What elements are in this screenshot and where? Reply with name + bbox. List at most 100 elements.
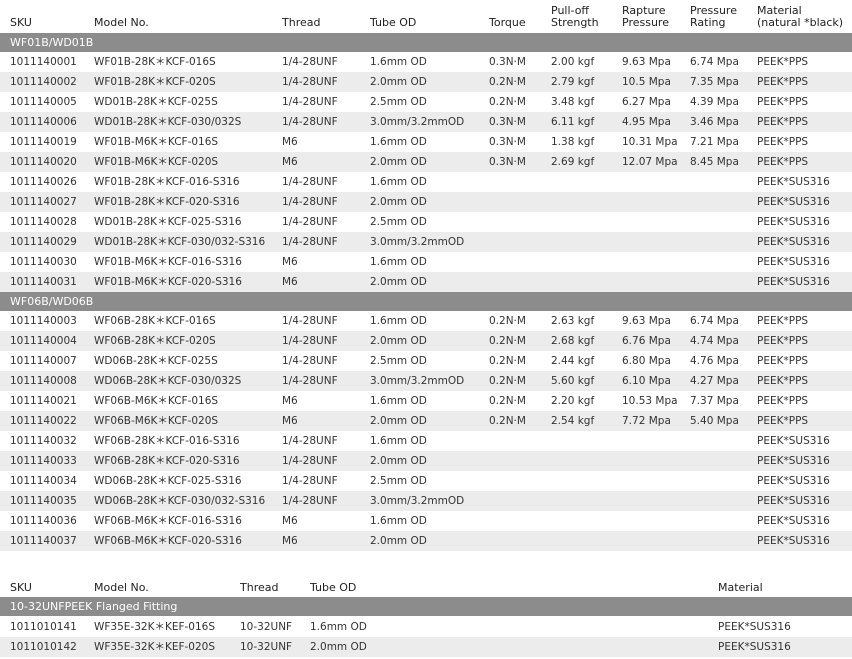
table-row: 1011140003 WF06B-28K＊KCF-016S 1/4-28UNF 1.6…	[0, 311, 852, 331]
cell-pulloff: 2.44 kgf	[551, 355, 595, 367]
cell-pulloff: 6.11 kgf	[551, 116, 595, 128]
cell-material: PEEK*SUS316	[757, 515, 830, 527]
cell-sku: 1011140007	[10, 355, 77, 367]
cell-torque: 0.2N·M	[489, 375, 526, 387]
cell-thread: M6	[282, 415, 298, 427]
cell-pressure: 7.37 Mpa	[690, 395, 739, 407]
table-row: 1011140030 WF01B-M6K＊KCF-016-S316 M6 1.6mm …	[0, 252, 852, 272]
cell-thread: M6	[282, 515, 298, 527]
cell-tube-od: 2.0mm OD	[370, 335, 427, 347]
cell-material: PEEK*SUS316	[757, 535, 830, 547]
cell-torque: 0.2N·M	[489, 315, 526, 327]
cell-thread: 1/4-28UNF	[282, 236, 338, 248]
table-row: 1011140036 WF06B-M6K＊KCF-016-S316 M6 1.6mm …	[0, 511, 852, 531]
cell-thread: 1/4-28UNF	[282, 375, 338, 387]
col-model: Model No.	[94, 16, 149, 29]
cell-thread: M6	[282, 256, 298, 268]
cell-model: WF01B-28K＊KCF-020-S316	[94, 196, 240, 208]
col-pulloff-2: Strength	[551, 16, 599, 29]
cell-rapture: 10.5 Mpa	[622, 76, 671, 88]
cell-model: WF35E-32K＊KEF-016S	[94, 621, 216, 633]
cell-sku: 1011010142	[10, 641, 77, 653]
cell-sku: 1011140022	[10, 415, 77, 427]
cell-tube-od: 1.6mm OD	[370, 515, 427, 527]
cell-model: WF01B-28K＊KCF-016S	[94, 56, 216, 68]
cell-material: PEEK*SUS316	[718, 621, 791, 633]
col2-model: Model No.	[94, 581, 149, 594]
cell-model: WD01B-28K＊KCF-030/032-S316	[94, 236, 266, 248]
cell-rapture: 4.95 Mpa	[622, 116, 671, 128]
cell-thread: M6	[282, 535, 298, 547]
cell-model: WF01B-M6K＊KCF-016S	[94, 136, 219, 148]
cell-rapture: 7.72 Mpa	[622, 415, 671, 427]
cell-rapture: 12.07 Mpa	[622, 156, 678, 168]
cell-thread: 1/4-28UNF	[282, 335, 338, 347]
cell-model: WF06B-M6K＊KCF-016-S316	[94, 515, 242, 527]
cell-tube-od: 1.6mm OD	[310, 621, 367, 633]
cell-material: PEEK*PPS	[757, 415, 809, 427]
table2-header: SKU Model No. Thread Tube OD Material	[0, 579, 852, 597]
col-tube-od: Tube OD	[370, 16, 417, 29]
cell-model: WF06B-28K＊KCF-020-S316	[94, 455, 240, 467]
cell-thread: 1/4-28UNF	[282, 196, 338, 208]
table-row: 1011140034 WD06B-28K＊KCF-025-S316 1/4-28UN…	[0, 471, 852, 491]
cell-material: PEEK*PPS	[757, 136, 809, 148]
cell-sku: 1011140032	[10, 435, 77, 447]
cell-rapture: 6.27 Mpa	[622, 96, 671, 108]
cell-pulloff: 5.60 kgf	[551, 375, 595, 387]
cell-thread: 1/4-28UNF	[282, 176, 338, 188]
cell-thread: 1/4-28UNF	[282, 116, 338, 128]
cell-pressure: 4.76 Mpa	[690, 355, 739, 367]
cell-model: WD06B-28K＊KCF-030/032-S316	[94, 495, 266, 507]
cell-pulloff: 2.69 kgf	[551, 156, 595, 168]
cell-thread: 1/4-28UNF	[282, 435, 338, 447]
cell-material: PEEK*SUS316	[757, 236, 830, 248]
col-thread: Thread	[282, 16, 321, 29]
col-sku: SKU	[10, 16, 32, 29]
cell-torque: 0.2N·M	[489, 355, 526, 367]
cell-material: PEEK*PPS	[757, 335, 809, 347]
cell-pressure: 7.21 Mpa	[690, 136, 739, 148]
table-row: 1011010142 WF35E-32K＊KEF-020S 10-32UNF 2.0m…	[0, 637, 852, 657]
cell-sku: 1011140036	[10, 515, 77, 527]
cell-material: PEEK*SUS316	[757, 196, 830, 208]
cell-tube-od: 1.6mm OD	[370, 315, 427, 327]
cell-material: PEEK*PPS	[757, 315, 809, 327]
table-row: 1011140035 WD06B-28K＊KCF-030/032-S316 1/4-…	[0, 491, 852, 511]
cell-sku: 1011140020	[10, 156, 77, 168]
cell-thread: 1/4-28UNF	[282, 355, 338, 367]
cell-thread: 1/4-28UNF	[282, 96, 338, 108]
cell-model: WF06B-28K＊KCF-016-S316	[94, 435, 240, 447]
cell-sku: 1011140008	[10, 375, 77, 387]
group-header: WF01B/WD01B	[0, 33, 852, 52]
cell-pulloff: 2.63 kgf	[551, 315, 595, 327]
table-row: 1011140026 WF01B-28K＊KCF-016-S316 1/4-28UN…	[0, 172, 852, 192]
cell-pulloff: 2.20 kgf	[551, 395, 595, 407]
cell-model: WD01B-28K＊KCF-030/032S	[94, 116, 242, 128]
group-header: 10-32UNFPEEK Flanged Fitting	[0, 597, 852, 616]
cell-tube-od: 2.0mm OD	[370, 455, 427, 467]
table-row: 1011140028 WD01B-28K＊KCF-025-S316 1/4-28UN…	[0, 212, 852, 232]
cell-sku: 1011140035	[10, 495, 77, 507]
cell-sku: 1011140003	[10, 315, 77, 327]
cell-tube-od: 1.6mm OD	[370, 56, 427, 68]
cell-material: PEEK*PPS	[757, 96, 809, 108]
cell-torque: 0.2N·M	[489, 415, 526, 427]
col2-sku: SKU	[10, 581, 32, 594]
cell-sku: 1011140029	[10, 236, 77, 248]
cell-model: WD06B-28K＊KCF-025S	[94, 355, 218, 367]
cell-tube-od: 2.5mm OD	[370, 96, 427, 108]
col2-thread: Thread	[240, 581, 279, 594]
cell-thread: 1/4-28UNF	[282, 216, 338, 228]
cell-pressure: 7.35 Mpa	[690, 76, 739, 88]
cell-tube-od: 2.0mm OD	[370, 415, 427, 427]
cell-torque: 0.2N·M	[489, 96, 526, 108]
cell-thread: M6	[282, 276, 298, 288]
cell-material: PEEK*PPS	[757, 156, 809, 168]
cell-tube-od: 1.6mm OD	[370, 435, 427, 447]
cell-sku: 1011140006	[10, 116, 77, 128]
table-row: 1011140007 WD06B-28K＊KCF-025S 1/4-28UNF 2.5…	[0, 351, 852, 371]
cell-rapture: 6.10 Mpa	[622, 375, 671, 387]
cell-material: PEEK*PPS	[757, 56, 809, 68]
cell-sku: 1011140004	[10, 335, 77, 347]
